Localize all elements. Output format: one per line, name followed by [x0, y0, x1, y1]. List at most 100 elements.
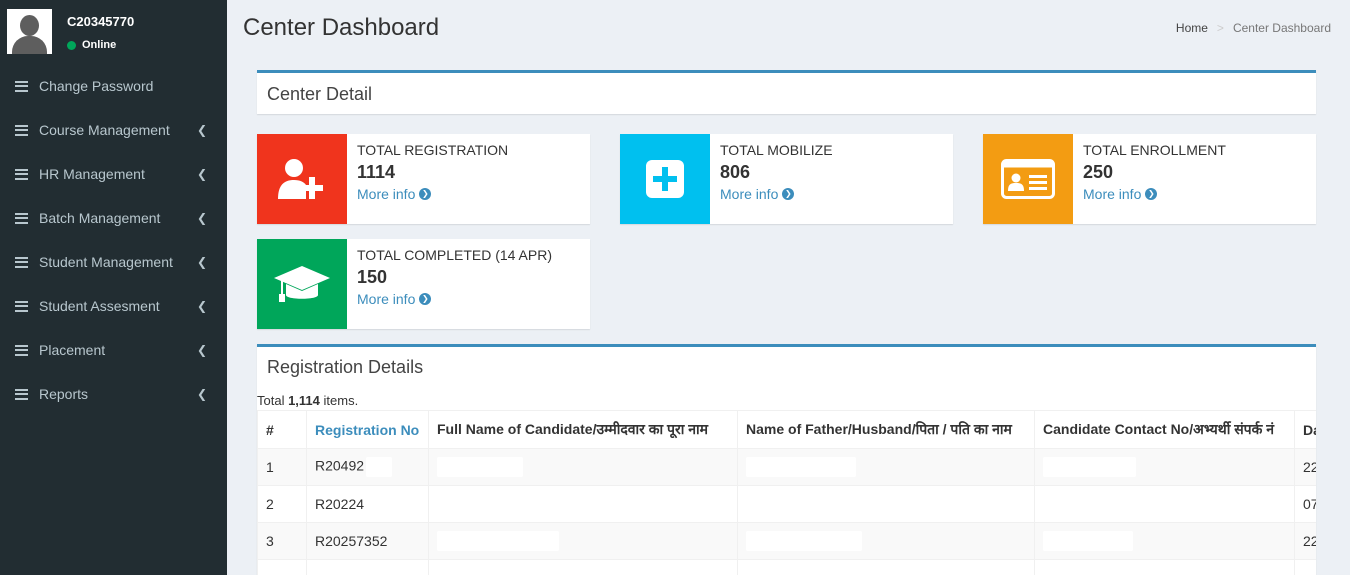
chevron-left-icon: ❮: [196, 167, 207, 181]
sidebar-item-label: Student Management: [39, 254, 173, 270]
sidebar-item-student-assesment[interactable]: Student Assesment ❮: [0, 284, 227, 328]
page-title: Center Dashboard: [243, 14, 440, 41]
cell-candidate-name: [428, 485, 738, 523]
table-row[interactable]: 3 R20257352 22: [257, 522, 1316, 560]
stat-value: 806: [720, 162, 751, 182]
column-header-father-name: Name of Father/Husband/पिता / पति का नाम: [737, 410, 1035, 449]
sidebar-item-change-password[interactable]: Change Password: [0, 64, 227, 108]
total-enrollment-box: TOTAL ENROLLMENT 250 More info ❯: [983, 134, 1316, 224]
cell-date: 07: [1294, 485, 1316, 523]
more-info-label: More info: [720, 186, 779, 202]
sidebar-item-reports[interactable]: Reports ❮: [0, 372, 227, 416]
more-info-link[interactable]: More info ❯: [357, 186, 432, 202]
registration-details-title: Registration Details: [267, 357, 424, 377]
table-header-row: # Registration No Full Name of Candidate…: [257, 410, 1316, 449]
cell-father-name: [737, 522, 1035, 560]
column-header-contact-no: Candidate Contact No/अभ्यर्थी संपर्क नं: [1034, 410, 1295, 449]
cell-registration-no: R20492: [306, 448, 429, 486]
sidebar-item-label: Batch Management: [39, 210, 161, 226]
chevron-left-icon: ❮: [196, 211, 207, 225]
stat-label: TOTAL ENROLLMENT: [1083, 142, 1226, 158]
sidebar-item-label: Student Assesment: [39, 298, 160, 314]
stat-value: 1114: [357, 162, 396, 182]
center-detail-box: Center Detail: [257, 70, 1316, 114]
menu-bars-icon: [15, 344, 28, 356]
arrow-circle-right-icon: ❯: [419, 293, 432, 305]
menu-bars-icon: [15, 212, 28, 224]
cell-father-name: [737, 485, 1035, 523]
sidebar-item-label: HR Management: [39, 166, 145, 182]
cell-contact-no: [1034, 559, 1295, 575]
graduation-cap-icon: [257, 239, 347, 329]
more-info-link[interactable]: More info ❯: [1083, 186, 1158, 202]
column-header-candidate-name: Full Name of Candidate/उम्मीदवार का पूरा…: [428, 410, 738, 449]
sidebar-item-batch-management[interactable]: Batch Management ❮: [0, 196, 227, 240]
center-detail-title: Center Detail: [267, 84, 373, 104]
total-registration-box: TOTAL REGISTRATION 1114 More info ❯: [257, 134, 590, 224]
cell-number: 2: [257, 485, 307, 523]
chevron-left-icon: ❮: [196, 343, 207, 357]
sidebar-item-label: Change Password: [39, 78, 154, 94]
cell-number: 1: [257, 448, 307, 486]
online-dot-icon: [67, 40, 76, 50]
breadcrumb-home-link[interactable]: Home: [1176, 21, 1208, 35]
more-info-label: More info: [357, 291, 416, 307]
cell-date: 22: [1294, 448, 1316, 486]
user-name: C20345770: [67, 14, 135, 29]
table-row[interactable]: 1 R20492 22: [257, 448, 1316, 486]
stat-label: TOTAL MOBILIZE: [720, 142, 833, 158]
add-user-icon: [257, 134, 347, 224]
sidebar-item-course-management[interactable]: Course Management ❮: [0, 108, 227, 152]
table-row[interactable]: [257, 559, 1316, 575]
chevron-left-icon: ❮: [196, 123, 207, 137]
cell-date: [1294, 559, 1316, 575]
sidebar: C20345770 Online Change Password Course …: [0, 0, 227, 575]
more-info-label: More info: [357, 186, 416, 202]
chevron-left-icon: ❮: [196, 387, 207, 401]
more-info-link[interactable]: More info ❯: [720, 186, 795, 202]
column-header-registration-no[interactable]: Registration No: [306, 410, 429, 449]
menu-bars-icon: [15, 124, 28, 136]
sidebar-item-student-management[interactable]: Student Management ❮: [0, 240, 227, 284]
menu-bars-icon: [15, 80, 28, 92]
cell-registration-no: R20224: [306, 485, 429, 523]
cell-father-name: [737, 559, 1035, 575]
chevron-left-icon: ❮: [196, 255, 207, 269]
stat-value: 250: [1083, 162, 1114, 182]
cell-candidate-name: [428, 448, 738, 486]
sidebar-item-hr-management[interactable]: HR Management ❮: [0, 152, 227, 196]
cell-registration-no: [306, 559, 429, 575]
sidebar-menu: Change Password Course Management ❮ HR M…: [0, 64, 227, 416]
main-content: Center Dashboard Home > Center Dashboard…: [227, 0, 1350, 575]
registration-table-wrap[interactable]: # Registration No Full Name of Candidate…: [257, 410, 1316, 575]
cell-contact-no: [1034, 522, 1295, 560]
registration-details-box: Registration Details Total 1,114 items. …: [257, 344, 1316, 575]
cell-number: 3: [257, 522, 307, 560]
menu-bars-icon: [15, 168, 28, 180]
total-completed-box: TOTAL COMPLETED (14 APR) 150 More info ❯: [257, 239, 590, 329]
total-mobilize-box: TOTAL MOBILIZE 806 More info ❯: [620, 134, 953, 224]
menu-bars-icon: [15, 388, 28, 400]
breadcrumb-separator: >: [1216, 21, 1224, 35]
arrow-circle-right-icon: ❯: [419, 188, 432, 200]
sidebar-item-label: Placement: [39, 342, 106, 358]
avatar: [7, 9, 52, 54]
registration-table: # Registration No Full Name of Candidate…: [257, 410, 1316, 575]
chevron-left-icon: ❮: [196, 299, 207, 313]
more-info-label: More info: [1083, 186, 1142, 202]
more-info-link[interactable]: More info ❯: [357, 291, 432, 307]
column-header-number: #: [257, 410, 307, 449]
cell-contact-no: [1034, 448, 1295, 486]
plus-square-icon: [620, 134, 710, 224]
registration-summary: Total 1,114 items.: [257, 393, 359, 408]
sidebar-item-label: Reports: [39, 386, 89, 402]
stat-value: 150: [357, 267, 388, 287]
cell-registration-no: R20257352: [306, 522, 429, 560]
cell-candidate-name: [428, 559, 738, 575]
sidebar-item-placement[interactable]: Placement ❮: [0, 328, 227, 372]
menu-bars-icon: [15, 300, 28, 312]
cell-number: [257, 559, 307, 575]
table-row[interactable]: 2 R20224 07: [257, 485, 1316, 523]
breadcrumb: Home > Center Dashboard: [1176, 21, 1331, 35]
user-status-label: Online: [82, 39, 117, 51]
